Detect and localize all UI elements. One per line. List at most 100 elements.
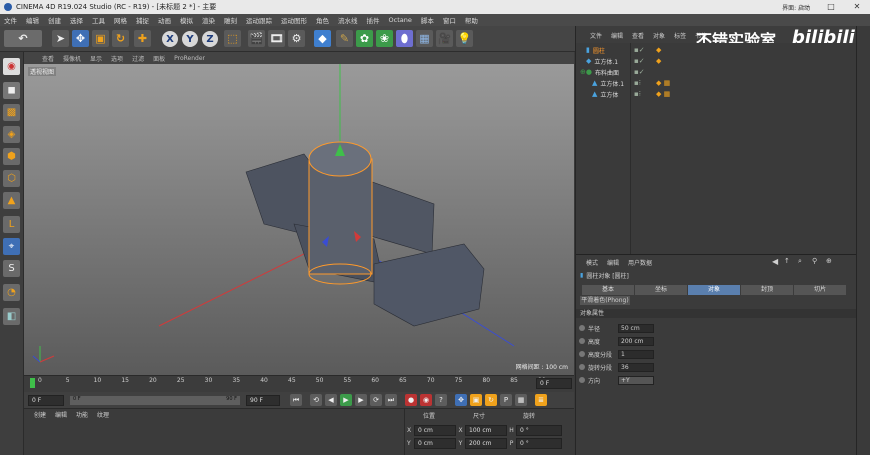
attr-menu-edit[interactable]: 编辑 [607,258,619,267]
menu-motion-tracking[interactable]: 运动跟踪 [246,15,272,25]
height-segments-field[interactable]: 1 [618,349,654,359]
rotation-segments-field[interactable]: 36 [618,362,654,372]
front-block-mesh[interactable] [373,243,485,327]
mat-menu-edit[interactable]: 编辑 [55,410,67,419]
vp-menu-options[interactable]: 选项 [111,54,123,63]
obj-menu-edit[interactable]: 编辑 [611,31,623,40]
rotate-tool-icon[interactable]: ↻ [112,30,129,47]
size-x-field[interactable]: 100 cm [465,425,507,436]
obj-menu-view[interactable]: 查看 [632,31,644,40]
scene-render[interactable] [24,64,574,375]
coordinate-system-icon[interactable]: ⬚ [224,30,241,47]
vp-menu-filter[interactable]: 过滤 [132,54,144,63]
obj-menu-object[interactable]: 对象 [653,31,665,40]
phong-tag-icon[interactable]: ◆ [656,57,661,65]
minimize-button[interactable]: — [792,0,818,14]
current-frame-field[interactable]: 0 F [536,378,572,389]
visibility-toggle-icon[interactable]: ▪✓ [634,68,645,76]
select-arrow-icon[interactable]: ➤ [52,30,69,47]
timeline[interactable]: 051015202530354045505560657075808590 0 F [24,375,574,392]
orientation-dropdown[interactable]: +Y [618,375,654,385]
vp-menu-display[interactable]: 显示 [90,54,102,63]
tab-coord[interactable]: 坐标 [635,285,687,295]
render-view-icon[interactable]: 🎬 [248,30,265,47]
solo-icon[interactable]: ◧ [3,308,20,325]
radius-field[interactable]: 50 cm [618,323,654,333]
render-settings-icon[interactable]: ⚙ [288,30,305,47]
key-param-icon[interactable]: P [500,394,512,406]
attr-menu-mode[interactable]: 模式 [586,258,598,267]
prev-key-icon[interactable]: ⟲ [310,394,322,406]
subdivision-surface-icon[interactable]: ✿ [356,30,373,47]
maximize-button[interactable]: □ [818,0,844,14]
tag-icons[interactable]: ◆ ▦ [656,79,670,87]
goto-start-icon[interactable]: ⏮ [290,394,302,406]
object-row[interactable]: ▲ 立方体 ▪⁝ ◆ ▦ [576,89,856,99]
deformer-icon[interactable]: ⬮ [396,30,413,47]
goto-end-icon[interactable]: ⏭ [385,394,397,406]
object-name[interactable]: 布料曲面 [595,68,619,77]
key-rotation-icon[interactable]: ↻ [485,394,497,406]
vp-menu-view[interactable]: 查看 [42,54,54,63]
light-icon[interactable]: 💡 [456,30,473,47]
menu-tools[interactable]: 工具 [92,15,105,25]
height-field[interactable]: 200 cm [618,336,654,346]
pen-spline-icon[interactable]: ✎ [336,30,353,47]
obj-menu-file[interactable]: 文件 [590,31,602,40]
edges-mode-icon[interactable]: ⬡ [3,170,20,187]
object-row[interactable]: ◆ 立方体.1 ▪✓ ◆ [576,56,856,66]
visibility-toggle-icon[interactable]: ▪⁝ [634,79,641,87]
undo-icon[interactable]: ↶ [4,30,42,47]
nav-up-icon[interactable]: ↑ [784,257,790,265]
tab-basic[interactable]: 基本 [582,285,634,295]
tag-icons[interactable]: ◆ ▦ [656,90,670,98]
timeline-window-icon[interactable]: ≣ [535,394,547,406]
render-picture-viewer-icon[interactable]: 🎞 [268,30,285,47]
menu-plugins[interactable]: 插件 [367,15,380,25]
record-icon[interactable]: ● [405,394,417,406]
object-name[interactable]: 立方体.1 [594,57,618,66]
menu-help[interactable]: 帮助 [465,15,478,25]
move-tool-icon[interactable]: ✥ [72,30,89,47]
search-icon[interactable]: ⌕ [798,257,802,266]
timeline-ticks[interactable]: 051015202530354045505560657075808590 [30,377,550,386]
menu-render[interactable]: 渲染 [202,15,215,25]
perspective-viewport[interactable]: 透视视图 网格间距 : 100 cm [24,64,574,375]
menu-mesh[interactable]: 网格 [114,15,127,25]
tweak-mode-icon[interactable]: ⌖ [3,238,20,255]
menu-mograph[interactable]: 运动图形 [281,15,307,25]
rotation-p-field[interactable]: 0 ° [516,438,562,449]
vp-menu-panel[interactable]: 面板 [153,54,165,63]
key-pla-icon[interactable]: ▦ [515,394,527,406]
tab-object[interactable]: 对象 [688,285,740,295]
frame-range-slider[interactable]: 0 F 90 F [70,395,240,405]
attr-menu-userdata[interactable]: 用户数据 [628,258,652,267]
menu-animate[interactable]: 动画 [158,15,171,25]
enable-axis-icon[interactable]: L [3,216,20,233]
recent-tool-icon[interactable]: ✚ [134,30,151,47]
workplane-lock-icon[interactable]: ◔ [3,284,20,301]
menu-select[interactable]: 选择 [70,15,83,25]
step-forward-icon[interactable]: ▶ [355,394,367,406]
menu-sculpt[interactable]: 雕刻 [224,15,237,25]
new-manager-icon[interactable]: ⊕ [826,257,832,265]
object-row[interactable]: ▲ 立方体.1 ▪⁝ ◆ ▦ [576,78,856,88]
step-back-icon[interactable]: ◀ [325,394,337,406]
workplane-icon[interactable]: ◈ [3,126,20,143]
x-axis-lock-icon[interactable]: X [162,31,178,47]
cube-primitive-icon[interactable]: ◆ [314,30,331,47]
floor-icon[interactable]: ▦ [416,30,433,47]
object-name[interactable]: 立方体.1 [600,79,624,88]
menu-octane[interactable]: Octane [389,16,412,24]
mat-menu-create[interactable]: 创建 [34,410,46,419]
menu-create[interactable]: 创建 [48,15,61,25]
make-editable-icon[interactable]: ◉ [3,58,20,75]
anim-dot-icon[interactable] [579,338,585,344]
snap-icon[interactable]: S [3,260,20,277]
end-frame-field[interactable]: 90 F [246,394,280,406]
visibility-toggle-icon[interactable]: ▪✓ [634,57,645,65]
position-y-field[interactable]: 0 cm [414,438,456,449]
vp-menu-prorender[interactable]: ProRender [174,55,205,62]
anim-dot-icon[interactable] [579,364,585,370]
key-position-icon[interactable]: ✥ [455,394,467,406]
